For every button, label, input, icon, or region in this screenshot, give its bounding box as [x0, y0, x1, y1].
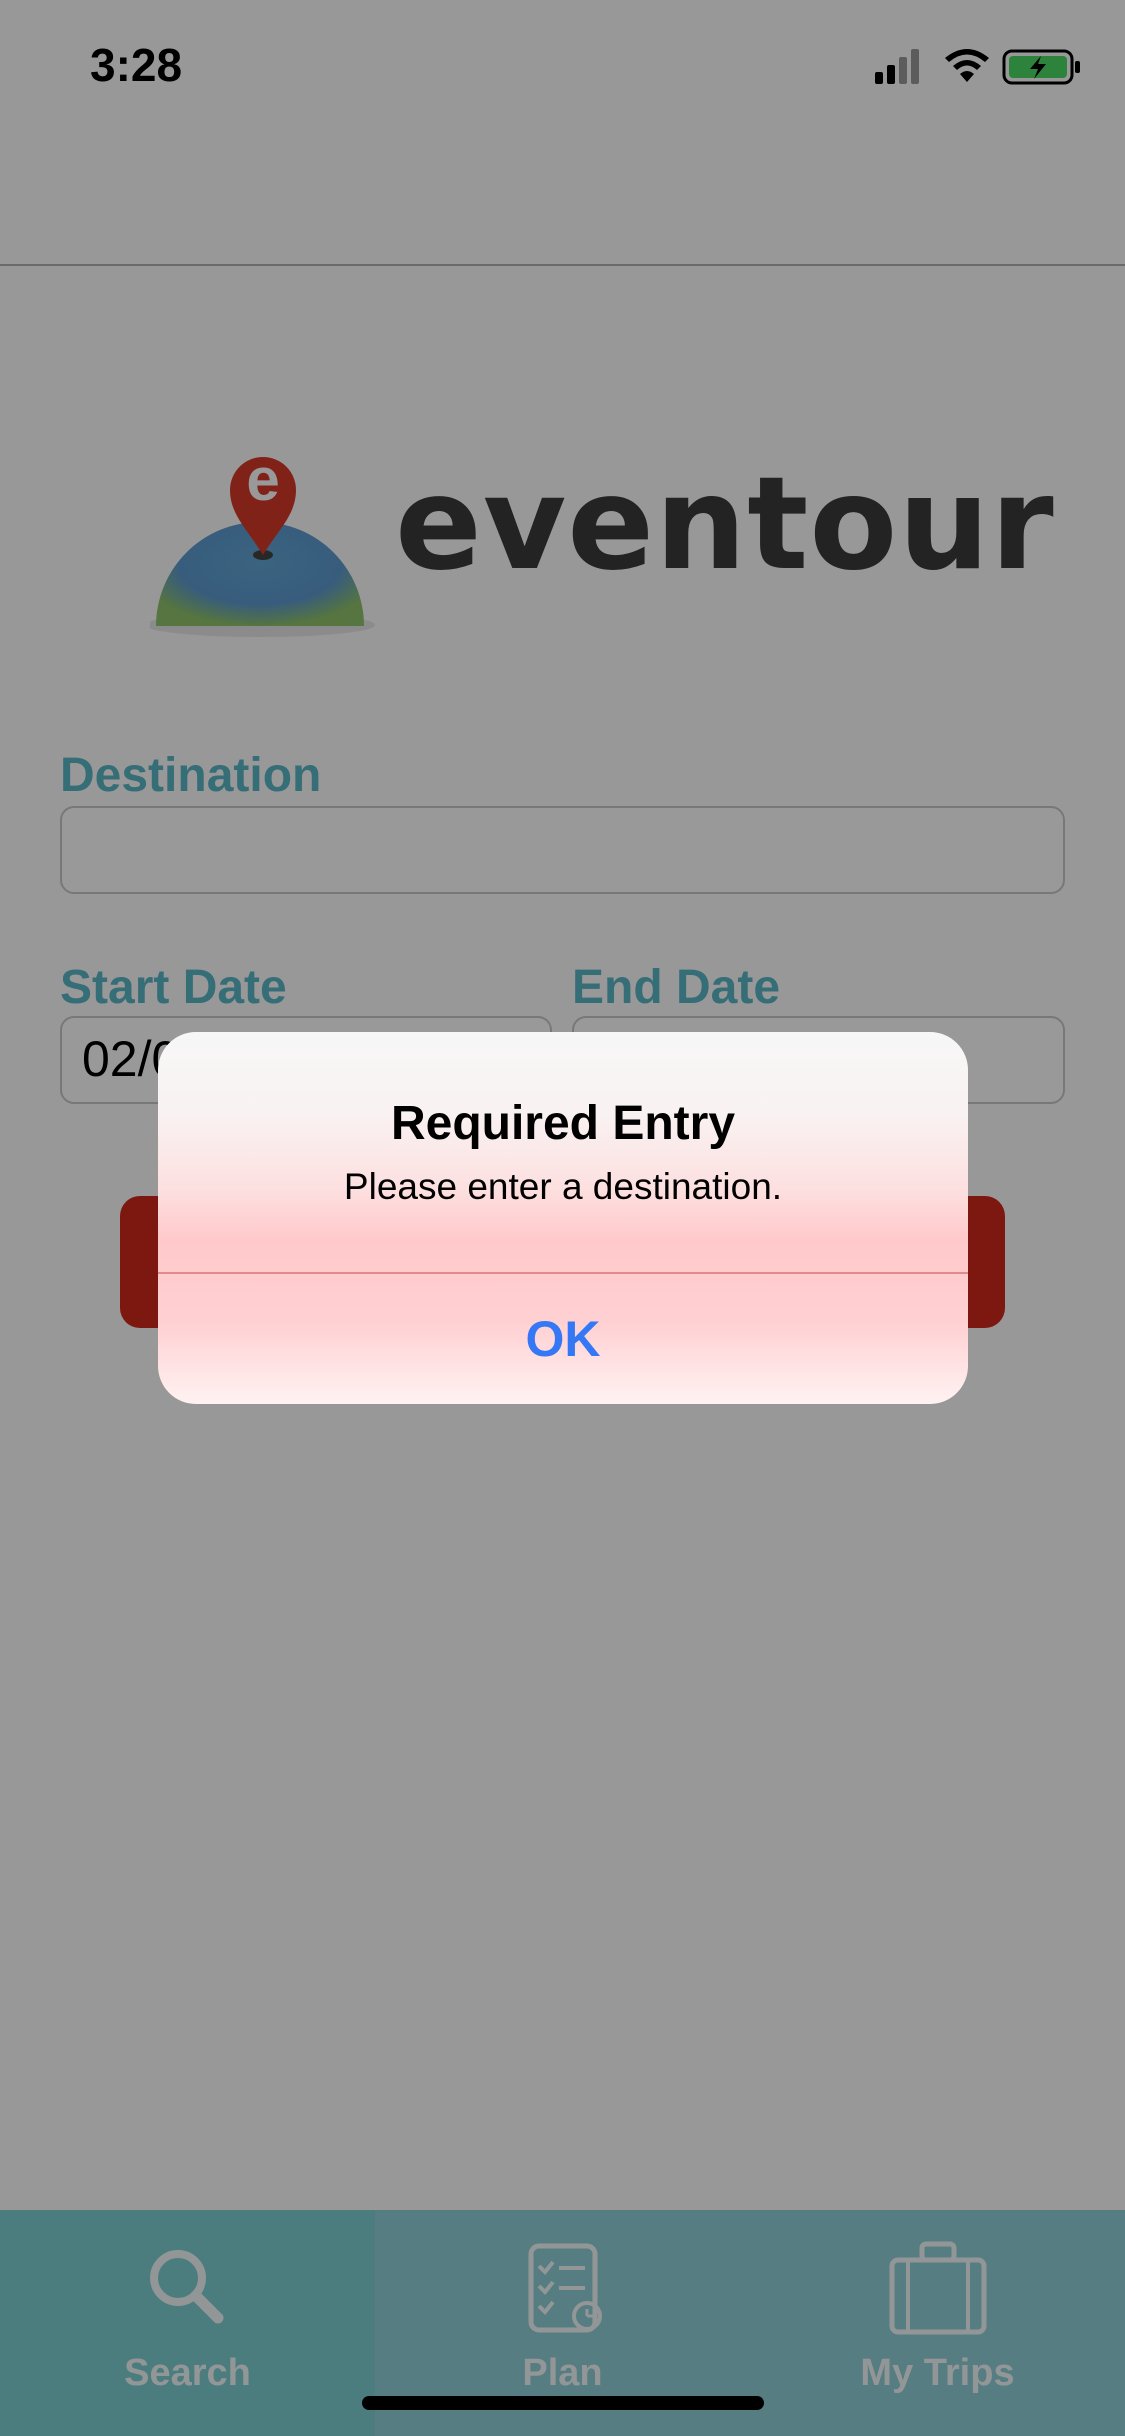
- home-indicator[interactable]: [362, 2396, 764, 2410]
- ok-button[interactable]: OK: [158, 1274, 968, 1404]
- alert-dialog: Required Entry Please enter a destinatio…: [158, 1032, 968, 1404]
- alert-message: Please enter a destination.: [343, 1166, 783, 1207]
- alert-title: Required Entry: [390, 1097, 736, 1150]
